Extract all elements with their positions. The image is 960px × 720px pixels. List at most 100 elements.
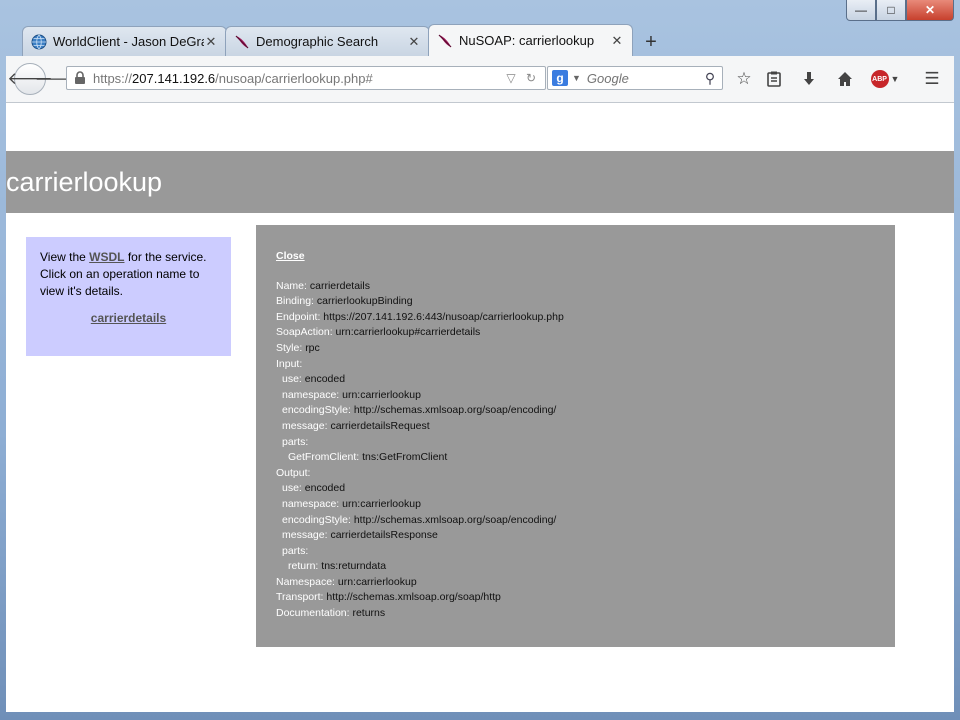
- detail-row: use: encoded: [276, 481, 875, 497]
- plus-icon: +: [645, 30, 657, 53]
- detail-key: Namespace:: [276, 575, 335, 588]
- url-host: 207.141.192.6: [132, 70, 216, 86]
- tab-close-icon[interactable]: ✕: [407, 34, 421, 50]
- detail-value: tns:GetFromClient: [362, 451, 448, 464]
- url-path: /nusoap/carrierlookup.php#: [215, 70, 373, 86]
- tab-nusoap-carrierlookup[interactable]: NuSOAP: carrierlookup ✕: [428, 24, 633, 56]
- adblock-button[interactable]: ABP ▼: [868, 68, 902, 90]
- detail-key: Output:: [276, 466, 311, 479]
- detail-row: namespace: urn:carrierlookup: [276, 388, 875, 404]
- page-title: carrierlookup: [6, 167, 163, 197]
- operations-panel: View the WSDL for the service. Click on …: [26, 237, 231, 356]
- detail-row: GetFromClient: tns:GetFromClient: [276, 450, 875, 466]
- detail-row: namespace: urn:carrierlookup: [276, 497, 875, 513]
- tab-close-icon[interactable]: ✕: [204, 34, 218, 50]
- detail-row: use: encoded: [276, 372, 875, 388]
- navigation-toolbar: 🡐 🡒 https://207.141.192.6/nusoap/carrier…: [6, 56, 954, 103]
- detail-key: Documentation:: [276, 607, 350, 620]
- close-link[interactable]: Close: [276, 249, 305, 265]
- detail-key: namespace:: [282, 388, 340, 401]
- feather-icon: [235, 35, 249, 48]
- globe-icon: [31, 34, 47, 49]
- google-icon[interactable]: g: [552, 70, 568, 86]
- bookmark-star-button[interactable]: ☆: [731, 68, 757, 90]
- operation-detail-panel: Close Name: carrierdetails Binding: carri…: [256, 225, 895, 647]
- forward-button[interactable]: 🡒: [35, 68, 75, 88]
- close-icon: ✕: [924, 3, 936, 17]
- minimize-button[interactable]: —: [846, 0, 876, 21]
- tab-worldclient[interactable]: WorldClient - Jason DeGraf... ✕: [22, 26, 227, 56]
- detail-row: Transport: http://schemas.xmlsoap.org/so…: [276, 590, 875, 606]
- detail-value: carrierdetailsResponse: [330, 529, 438, 542]
- detail-key: Input:: [276, 357, 303, 370]
- detail-row: parts:: [276, 544, 875, 560]
- search-icon[interactable]: ⚲: [702, 70, 718, 87]
- detail-row: message: carrierdetailsResponse: [276, 528, 875, 544]
- detail-row: encodingStyle: http://schemas.xmlsoap.or…: [276, 513, 875, 529]
- detail-value: http://schemas.xmlsoap.org/soap/http: [326, 591, 501, 604]
- detail-value: returns: [352, 607, 386, 620]
- tab-label: WorldClient - Jason DeGraf...: [53, 34, 204, 49]
- home-icon: [838, 72, 852, 86]
- detail-key: Transport:: [276, 591, 324, 604]
- star-icon: ☆: [736, 69, 752, 88]
- detail-value: urn:carrierlookup: [342, 497, 421, 510]
- detail-row: Name: carrierdetails: [276, 279, 875, 295]
- maximize-icon: □: [887, 3, 895, 17]
- url-text[interactable]: https://207.141.192.6/nusoap/carrierlook…: [93, 71, 499, 86]
- detail-value: carrierdetails: [309, 279, 370, 292]
- detail-row: parts:: [276, 435, 875, 451]
- page-header: carrierlookup: [6, 151, 954, 213]
- detail-value: rpc: [305, 341, 320, 354]
- detail-key: parts:: [282, 544, 309, 557]
- detail-list: Name: carrierdetails Binding: carrierlook…: [276, 279, 875, 622]
- home-button[interactable]: [832, 68, 858, 90]
- detail-key: SoapAction:: [276, 326, 333, 339]
- search-input[interactable]: [584, 69, 702, 87]
- detail-row: SoapAction: urn:carrierlookup#carrierdet…: [276, 325, 875, 341]
- menu-button[interactable]: ☰: [919, 68, 945, 90]
- detail-value: encoded: [304, 373, 346, 386]
- detail-value: urn:carrierlookup#carrierdetails: [335, 326, 481, 339]
- tab-demographic-search[interactable]: Demographic Search ✕: [225, 26, 430, 56]
- dropdown-icon[interactable]: ▽: [503, 71, 519, 85]
- tab-label: NuSOAP: carrierlookup: [459, 33, 595, 48]
- detail-key: use:: [282, 373, 302, 386]
- reload-icon[interactable]: ↻: [523, 71, 539, 85]
- detail-key: encodingStyle:: [282, 513, 351, 526]
- detail-row: Output:: [276, 466, 875, 482]
- detail-value: https://207.141.192.6:443/nusoap/carrier…: [323, 310, 564, 323]
- new-tab-button[interactable]: +: [637, 28, 665, 56]
- operation-link-carrierdetails[interactable]: carrierdetails: [40, 310, 217, 327]
- detail-row: Style: rpc: [276, 341, 875, 357]
- address-bar[interactable]: https://207.141.192.6/nusoap/carrierlook…: [66, 66, 546, 90]
- intro-text-start: View the: [40, 250, 90, 264]
- tab-close-icon[interactable]: ✕: [610, 33, 624, 49]
- chevron-down-icon: ▼: [890, 74, 900, 84]
- search-box[interactable]: g ▼ ⚲: [547, 66, 723, 90]
- tab-label: Demographic Search: [256, 34, 379, 49]
- reading-list-button[interactable]: [761, 68, 787, 90]
- close-window-button[interactable]: ✕: [906, 0, 954, 21]
- downloads-button[interactable]: [796, 68, 822, 90]
- detail-key: use:: [282, 482, 302, 495]
- wsdl-link[interactable]: WSDL: [89, 250, 124, 264]
- detail-value: urn:carrierlookup: [342, 388, 421, 401]
- detail-key: GetFromClient:: [288, 451, 360, 464]
- detail-key: Name:: [276, 279, 307, 292]
- adblock-icon: ABP: [870, 70, 889, 88]
- detail-key: Endpoint:: [276, 310, 321, 323]
- tab-strip: WorldClient - Jason DeGraf... ✕ Demograp…: [22, 24, 665, 56]
- detail-value: carrierlookupBinding: [316, 295, 413, 308]
- detail-value: tns:returndata: [321, 560, 387, 573]
- detail-row: message: carrierdetailsRequest: [276, 419, 875, 435]
- detail-value: urn:carrierlookup: [337, 575, 417, 588]
- maximize-button[interactable]: □: [876, 0, 906, 21]
- page-content: carrierlookup View the WSDL for the serv…: [6, 103, 954, 712]
- detail-row: return: tns:returndata: [276, 559, 875, 575]
- feather-icon: [438, 34, 452, 47]
- detail-row: Input:: [276, 357, 875, 373]
- detail-key: Binding:: [276, 295, 314, 308]
- detail-row: Namespace: urn:carrierlookup: [276, 575, 875, 591]
- chevron-down-icon[interactable]: ▼: [572, 73, 581, 83]
